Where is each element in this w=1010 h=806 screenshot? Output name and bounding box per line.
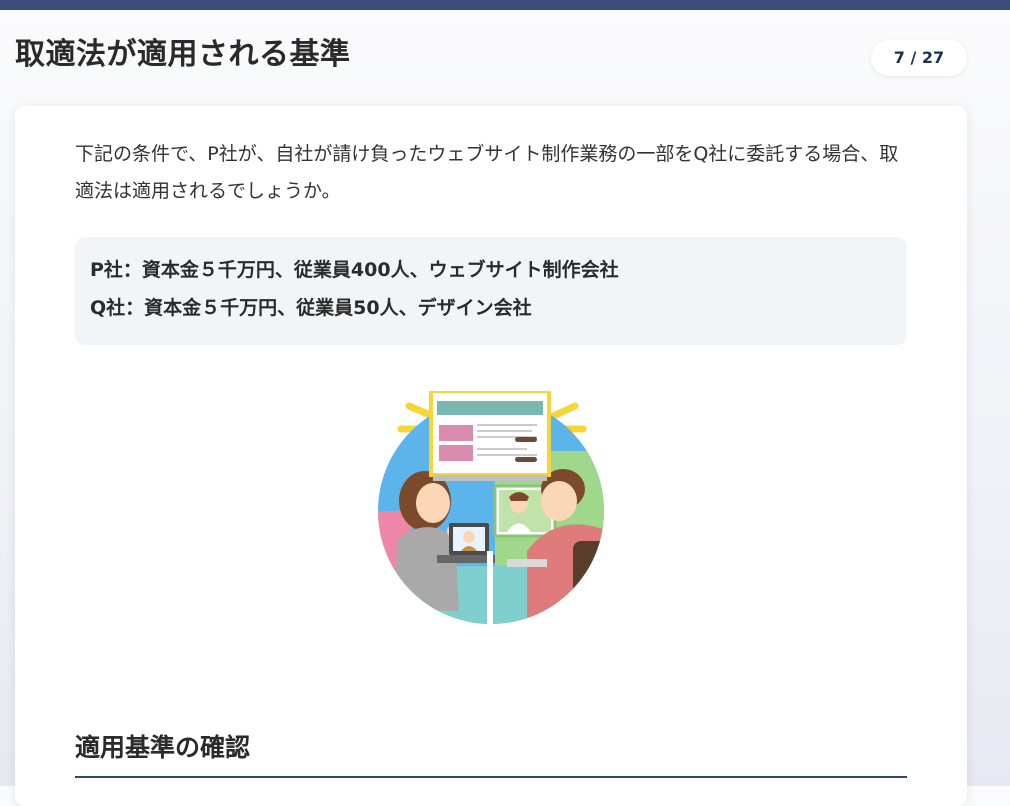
content-card: 下記の条件で、P社が、自社が請け負ったウェブサイト制作業務の一部をQ社に委託する…	[15, 106, 967, 806]
question-text: 下記の条件で、P社が、自社が請け負ったウェブサイト制作業務の一部をQ社に委託する…	[75, 143, 899, 202]
video-meeting-illustration	[377, 389, 609, 626]
condition-p-company: P社：資本金５千万円、従業員400人、ウェブサイト制作会社	[90, 259, 619, 281]
section-heading: 適用基準の確認	[75, 730, 907, 778]
page-counter: 7 / 27	[871, 40, 967, 76]
condition-q-company: Q社：資本金５千万円、従業員50人、デザイン会社	[90, 297, 532, 319]
top-accent-bar	[0, 0, 1010, 10]
page-title: 取適法が適用される基準	[15, 37, 351, 72]
conditions-box: P社：資本金５千万円、従業員400人、ウェブサイト制作会社 Q社：資本金５千万円…	[75, 237, 907, 345]
